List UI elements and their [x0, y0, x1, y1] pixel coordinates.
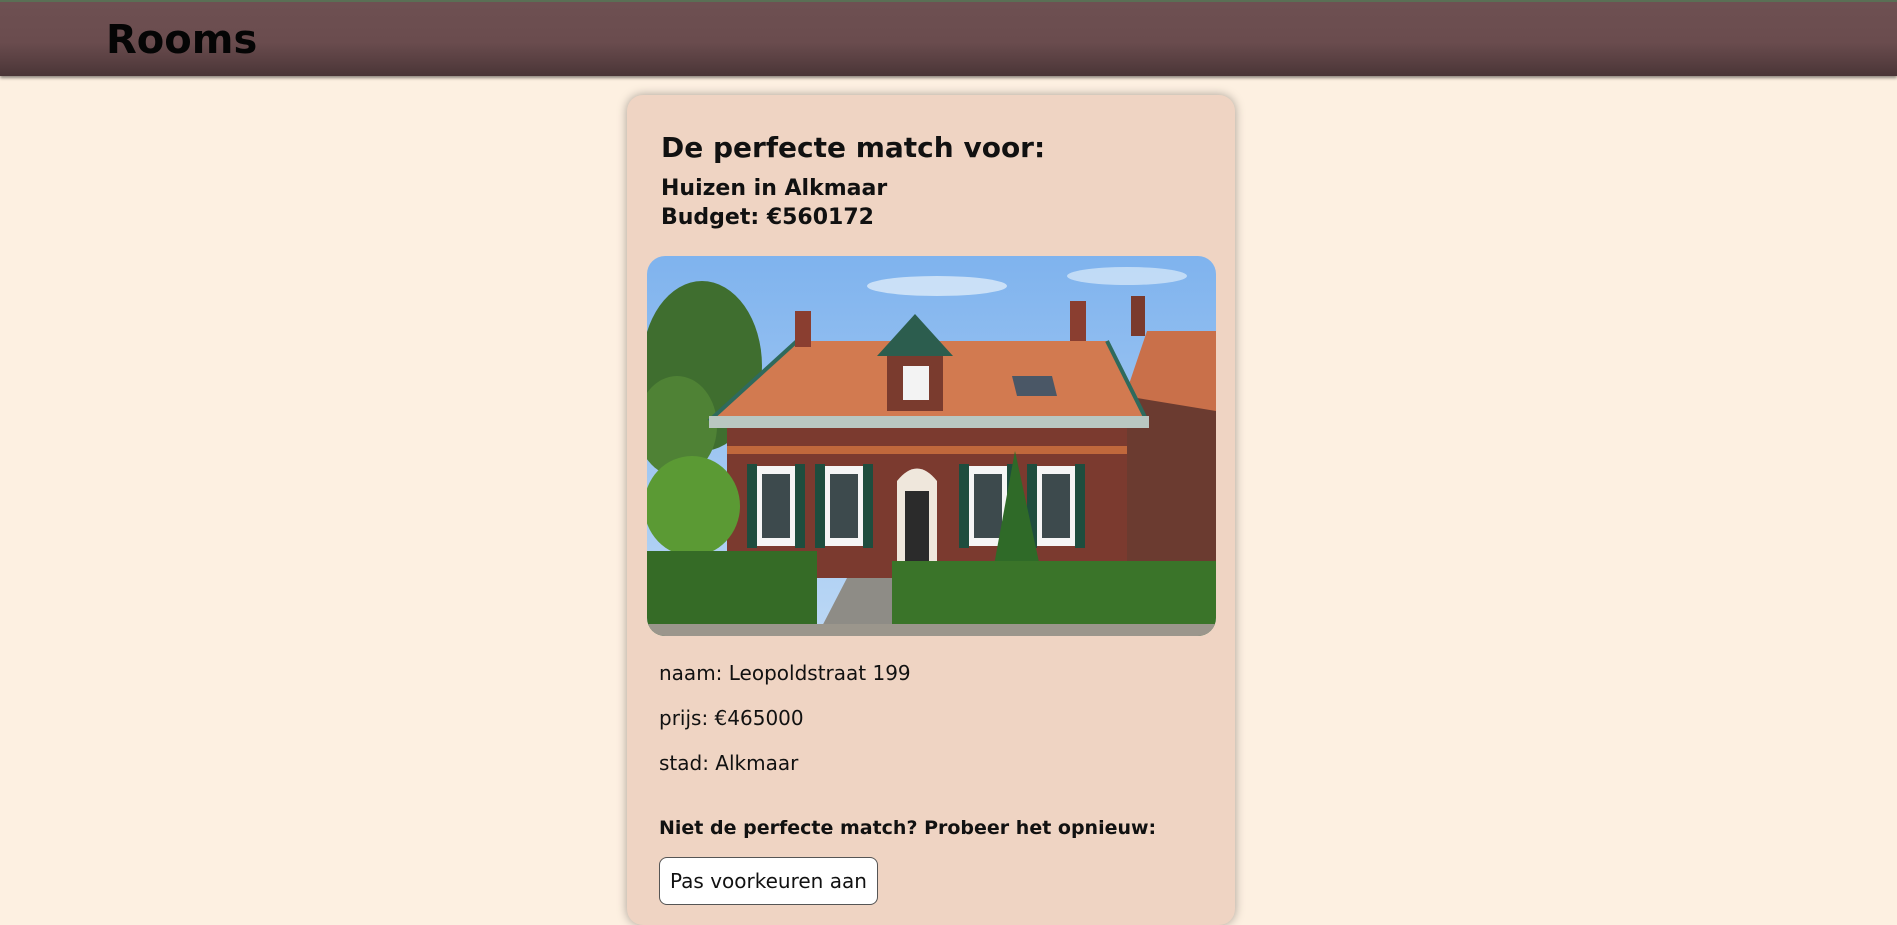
house-name: naam: Leopoldstraat 199 — [659, 661, 911, 685]
top-navbar: Rooms — [0, 0, 1897, 76]
brand-logo[interactable]: Rooms — [106, 18, 257, 62]
match-card: De perfecte match voor: Huizen in Alkmaa… — [627, 95, 1235, 925]
house-city: stad: Alkmaar — [659, 751, 799, 775]
retry-prompt: Niet de perfecte match? Probeer het opni… — [659, 817, 1157, 839]
match-title: De perfecte match voor: — [661, 131, 1046, 164]
edit-preferences-button[interactable]: Pas voorkeuren aan — [659, 857, 878, 905]
search-city-line: Huizen in Alkmaar — [661, 176, 888, 201]
budget-line: Budget: €560172 — [661, 205, 874, 230]
house-photo — [647, 256, 1216, 636]
house-price: prijs: €465000 — [659, 706, 804, 730]
house-photo-icon — [647, 256, 1216, 636]
